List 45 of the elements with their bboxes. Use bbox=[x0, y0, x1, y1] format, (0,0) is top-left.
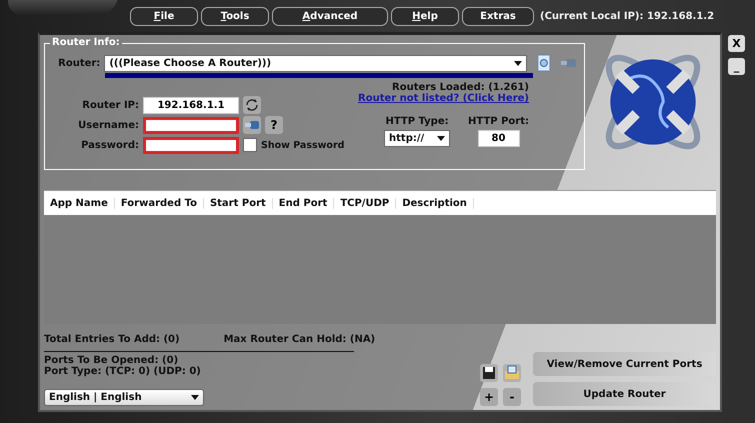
floppy-disk-icon[interactable] bbox=[480, 364, 498, 382]
column-header[interactable]: Description bbox=[396, 198, 474, 208]
caret-icon bbox=[191, 395, 199, 400]
routers-loaded-text: Routers Loaded: (1.261) bbox=[392, 82, 529, 93]
total-entries-text: Total Entries To Add: (0) bbox=[44, 334, 180, 345]
password-label: Password: bbox=[80, 140, 139, 150]
column-header[interactable]: End Port bbox=[272, 198, 334, 208]
router-dropdown[interactable]: (((Please Choose A Router))) bbox=[104, 54, 526, 72]
small-button[interactable]: - bbox=[503, 388, 521, 406]
column-header[interactable]: TCP/UDP bbox=[334, 198, 396, 208]
show-password-checkbox[interactable] bbox=[243, 138, 257, 152]
http-port-label: HTTP Port: bbox=[468, 116, 529, 127]
menu-button[interactable]: File bbox=[130, 6, 198, 26]
menu-button[interactable]: Extras bbox=[462, 6, 534, 26]
column-header[interactable]: App Name bbox=[44, 198, 115, 208]
password-field[interactable] bbox=[143, 136, 239, 154]
refresh-icon[interactable] bbox=[243, 96, 261, 114]
caret-icon bbox=[514, 60, 522, 66]
printer-icon[interactable] bbox=[503, 364, 521, 382]
ports-opened-text: Ports To Be Opened: (0) bbox=[44, 355, 178, 366]
column-header[interactable]: Start Port bbox=[204, 198, 273, 208]
username-label: Username: bbox=[77, 120, 139, 130]
menu-button[interactable]: Tools bbox=[201, 6, 269, 26]
http-type-label: HTTP Type: bbox=[385, 116, 449, 127]
port-type-text: Port Type: (TCP: 0) (UDP: 0) bbox=[44, 366, 202, 377]
username-field[interactable] bbox=[143, 116, 239, 134]
menu-button[interactable]: Advanced bbox=[272, 6, 388, 26]
local-ip-text: (Current Local IP): 192.168.1.2 bbox=[540, 10, 714, 22]
menu-button[interactable]: Help bbox=[391, 6, 459, 26]
group-title: Router Info: bbox=[50, 37, 122, 48]
max-router-text: Max Router Can Hold: (NA) bbox=[224, 334, 376, 345]
router-ip-label: Router IP: bbox=[81, 100, 139, 110]
caret-icon bbox=[437, 136, 446, 141]
window-button[interactable]: _ bbox=[728, 58, 745, 75]
column-header[interactable]: Forwarded To bbox=[114, 198, 204, 208]
router-ip-field[interactable]: 192.168.1.1 bbox=[143, 96, 239, 114]
help-button[interactable]: ? bbox=[265, 116, 283, 134]
small-button[interactable]: + bbox=[480, 388, 498, 406]
http-type-dropdown[interactable]: http:// bbox=[384, 130, 450, 147]
language-dropdown[interactable]: English | English bbox=[44, 389, 204, 406]
http-port-field[interactable]: 80 bbox=[478, 130, 520, 147]
router-label: Router: bbox=[57, 58, 100, 68]
action-button[interactable]: View/Remove Current Ports bbox=[533, 352, 716, 376]
window-button[interactable]: X bbox=[728, 35, 745, 52]
show-password-label: Show Password bbox=[261, 140, 344, 150]
